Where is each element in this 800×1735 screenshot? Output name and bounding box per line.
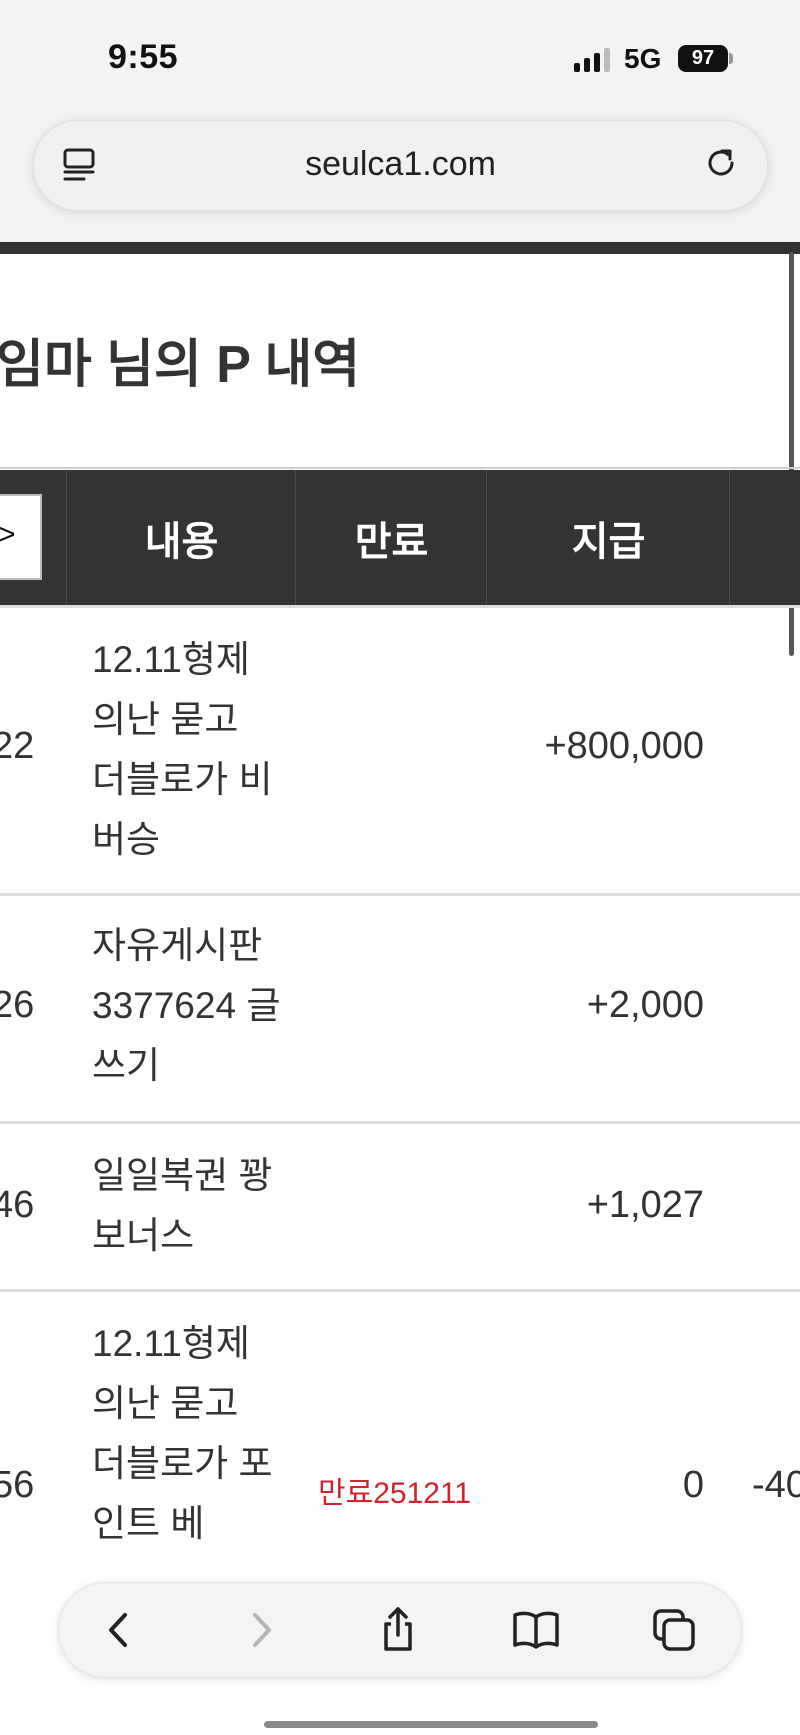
row-content[interactable]: 12.11형제의난 묻고 더블로가 비버승 — [92, 630, 282, 870]
page-title: 임마 님의 P 내역 — [0, 336, 361, 394]
select-all-checkbox[interactable]: > — [0, 494, 42, 580]
row-amount: 0 — [682, 1464, 704, 1506]
row-content[interactable]: 자유게시판 3377624 글쓰기 — [92, 916, 282, 1096]
browser-toolbar — [58, 1582, 742, 1678]
table-row: 46 일일복권 꽝 보너스 +1,027 — [0, 1124, 800, 1292]
tabs-icon[interactable] — [649, 1605, 699, 1655]
battery-tip — [729, 53, 733, 64]
header-extra — [729, 470, 800, 605]
row-amount: +800,000 — [544, 725, 704, 767]
status-bar: 9:55 5G 97 — [0, 0, 800, 110]
header-content: 내용 — [66, 470, 296, 605]
header-expire: 만료 — [295, 470, 487, 605]
table-row: 26 자유게시판 3377624 글쓰기 +2,000 — [0, 896, 800, 1124]
table-row: 56 12.11형제의난 묻고 더블로가 포인트 베 만료251211 0 -4… — [0, 1292, 800, 1592]
signal-icon — [574, 48, 614, 72]
header-payment: 지급 — [486, 470, 730, 605]
row-expire: 만료251211 — [318, 1477, 472, 1510]
table-header: > 내용 만료 지급 — [0, 470, 800, 605]
network-type: 5G — [624, 43, 662, 74]
row-content[interactable]: 일일복권 꽝 보너스 — [92, 1146, 282, 1266]
chevron-left-icon[interactable] — [95, 1605, 145, 1655]
chevron-right-icon[interactable] — [235, 1605, 285, 1655]
row-number: 22 — [0, 725, 35, 767]
row-number: 26 — [0, 984, 35, 1026]
row-number: 46 — [0, 1184, 35, 1226]
battery-icon: 97 — [678, 45, 728, 72]
title-divider — [0, 467, 800, 469]
home-indicator[interactable] — [264, 1721, 598, 1728]
row-amount: +1,027 — [586, 1184, 704, 1226]
row-amount: +2,000 — [586, 984, 704, 1026]
url-text[interactable]: seulca1.com — [34, 145, 767, 184]
status-time: 9:55 — [108, 38, 179, 76]
battery-level: 97 — [691, 47, 715, 69]
table-row: 22 12.11형제의난 묻고 더블로가 비버승 +800,000 — [0, 608, 800, 896]
share-icon[interactable] — [373, 1605, 423, 1655]
page-top-band — [0, 242, 800, 254]
row-content[interactable]: 12.11형제의난 묻고 더블로가 포인트 베 — [92, 1314, 282, 1554]
checkbox-mark-icon: > — [0, 518, 16, 551]
row-extra: -40 — [752, 1464, 800, 1506]
reload-icon[interactable] — [701, 143, 741, 183]
row-number: 56 — [0, 1464, 35, 1506]
address-bar[interactable]: seulca1.com — [33, 120, 768, 211]
book-icon[interactable] — [511, 1605, 561, 1655]
